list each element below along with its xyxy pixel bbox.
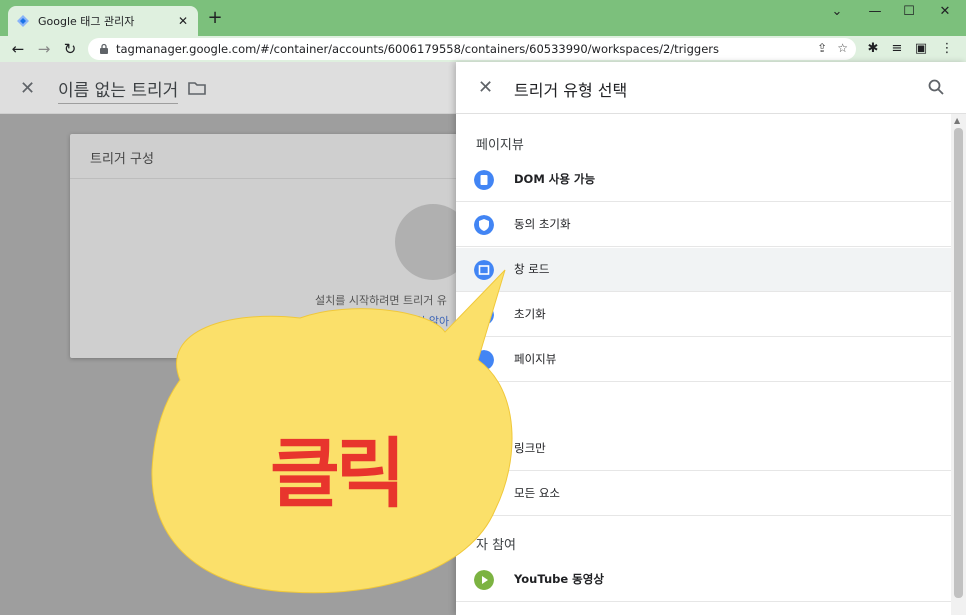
profile-avatar-icon[interactable]: ▣	[912, 40, 930, 58]
panel-scrollbar[interactable]: ▲	[951, 114, 966, 615]
init-icon	[474, 305, 494, 325]
item-label: 링크만	[514, 441, 546, 455]
card-hint-text: 설치를 시작하려면 트리거 유	[315, 294, 447, 307]
folder-icon[interactable]	[188, 80, 206, 96]
panel-close-icon[interactable]: ✕	[478, 77, 493, 98]
item-label: 모든 요소	[514, 486, 560, 500]
trigger-config-card[interactable]: 트리거 구성 설치를 시작하려면 트리거 유 자세히 알아	[70, 134, 471, 358]
search-icon[interactable]	[928, 79, 944, 95]
item-label: 초기화	[514, 307, 546, 321]
link-icon	[474, 439, 494, 459]
panel-title: 트리거 유형 선택	[514, 81, 628, 100]
document-icon	[474, 170, 494, 190]
tab-search-icon[interactable]: ⌄	[822, 3, 852, 21]
cursor-icon	[474, 484, 494, 504]
trigger-item-just-links[interactable]: 링크만	[456, 427, 951, 471]
item-label: YouTube 동영상	[514, 572, 604, 586]
close-window-button[interactable]: ✕	[930, 3, 960, 21]
trigger-type-panel: ✕ 트리거 유형 선택 페이지뷰 DOM 사용 가능 동의 초기화 창 로드 초…	[456, 62, 966, 615]
browser-toolbar: ← → ↻ tagmanager.google.com/#/container/…	[0, 36, 966, 62]
lock-icon	[100, 43, 108, 54]
card-title: 트리거 구성	[90, 152, 154, 167]
section-engagement: 자 참여	[476, 538, 517, 553]
trigger-item-initialization[interactable]: 초기화	[456, 293, 951, 337]
panel-header: ✕ 트리거 유형 선택	[456, 62, 966, 114]
scroll-up-icon[interactable]: ▲	[954, 116, 960, 125]
reload-button[interactable]: ↻	[60, 39, 80, 59]
shield-icon	[474, 215, 494, 235]
extensions-icon[interactable]: ✱	[864, 40, 882, 58]
card-divider	[70, 178, 470, 179]
window-icon	[474, 260, 494, 280]
scrollbar-thumb[interactable]	[954, 128, 963, 598]
editor-close-icon[interactable]: ✕	[20, 78, 35, 99]
trigger-item-window-loaded[interactable]: 창 로드	[456, 248, 951, 292]
trigger-name-field[interactable]: 이름 없는 트리거	[58, 76, 179, 104]
omnibox-icons: ⇪ ☆	[817, 41, 848, 55]
reading-list-icon[interactable]: ≡	[888, 40, 906, 58]
eye-icon	[474, 350, 494, 370]
url-text: tagmanager.google.com/#/container/accoun…	[116, 42, 719, 56]
trigger-editor-body: 트리거 구성 설치를 시작하려면 트리거 유 자세히 알아	[0, 114, 471, 615]
back-button[interactable]: ←	[8, 39, 28, 59]
share-icon[interactable]: ⇪	[817, 41, 827, 55]
trigger-item-all-elements[interactable]: 모든 요소	[456, 472, 951, 516]
minimize-button[interactable]: —	[860, 3, 890, 21]
learn-more-link[interactable]: 자세히 알아	[395, 313, 449, 329]
new-tab-button[interactable]: +	[206, 9, 224, 27]
item-label: 페이지뷰	[514, 352, 557, 366]
bookmark-star-icon[interactable]: ☆	[837, 41, 848, 55]
trigger-editor-header: ✕ 이름 없는 트리거	[0, 62, 456, 114]
trigger-item-pageview[interactable]: 페이지뷰	[456, 338, 951, 382]
click-annotation-text: 클릭	[270, 429, 406, 518]
address-bar[interactable]: tagmanager.google.com/#/container/accoun…	[88, 38, 856, 60]
item-label: 창 로드	[514, 262, 550, 276]
browser-titlebar: Google 태그 관리자 ✕ + ⌄ — ☐ ✕	[0, 0, 966, 36]
trigger-item-youtube[interactable]: YouTube 동영상	[456, 558, 951, 602]
trigger-item-dom-ready[interactable]: DOM 사용 가능	[456, 158, 951, 202]
browser-tab[interactable]: Google 태그 관리자 ✕	[8, 6, 198, 36]
play-icon	[474, 570, 494, 590]
menu-kebab-icon[interactable]: ⋮	[938, 40, 956, 58]
item-label: DOM 사용 가능	[514, 172, 596, 186]
forward-button[interactable]: →	[34, 39, 54, 59]
tab-title: Google 태그 관리자	[38, 15, 135, 28]
maximize-button[interactable]: ☐	[894, 3, 924, 21]
tab-close-icon[interactable]: ✕	[176, 14, 190, 28]
item-label: 동의 초기화	[514, 217, 571, 231]
tag-manager-icon	[17, 15, 29, 27]
page-content: ✕ 이름 없는 트리거 트리거 구성 설치를 시작하려면 트리거 유 자세히 알…	[0, 62, 966, 615]
trigger-item-consent-init[interactable]: 동의 초기화	[456, 203, 951, 247]
section-pageview: 페이지뷰	[476, 138, 524, 153]
